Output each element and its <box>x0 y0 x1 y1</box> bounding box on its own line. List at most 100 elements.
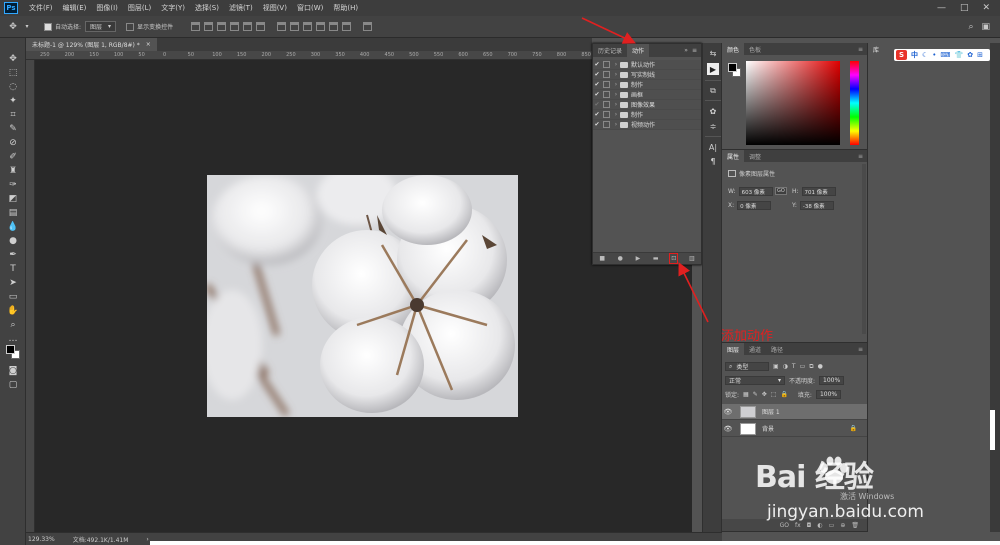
eye-icon[interactable]: 👁 <box>722 425 734 433</box>
adjust-icon[interactable]: ≑ <box>707 120 719 132</box>
auto-align-icon[interactable] <box>363 22 373 31</box>
hand-tool-icon[interactable]: ✋ <box>7 305 19 317</box>
workspace-icon[interactable]: ▣ <box>981 22 990 32</box>
link-icon[interactable]: GO <box>775 187 787 195</box>
status-menu-arrow[interactable]: › <box>146 536 148 543</box>
brush-tool-icon[interactable]: ✐ <box>7 151 19 163</box>
collapse-icon[interactable]: » <box>684 47 688 54</box>
panel-menu-icon[interactable]: ≡ <box>692 47 697 54</box>
dialog-toggle[interactable] <box>603 121 610 128</box>
check-icon[interactable]: ✔ <box>593 111 601 118</box>
healing-brush-icon[interactable]: ⊘ <box>7 137 19 149</box>
check-icon[interactable]: ✔ <box>593 101 601 108</box>
chevron-down-icon[interactable]: ▾ <box>20 20 34 34</box>
color-picker-field[interactable] <box>746 61 840 145</box>
lock-transparent-icon[interactable]: ▦ <box>743 391 749 398</box>
dodge-tool-icon[interactable]: ● <box>7 235 19 247</box>
action-set-row[interactable]: ✔ › 画框 <box>593 90 701 100</box>
hue-slider[interactable] <box>850 61 859 145</box>
minimize-button[interactable]: — <box>937 3 946 13</box>
tab-color[interactable]: 颜色 <box>722 43 745 55</box>
align-top-icon[interactable] <box>191 22 201 31</box>
play-icon[interactable]: ▶ <box>636 255 641 262</box>
link-toggle[interactable]: GO <box>775 187 787 195</box>
record-icon[interactable]: ● <box>618 255 623 262</box>
panel-menu-icon[interactable]: ≡ <box>858 150 863 162</box>
lock-artboard-icon[interactable]: ⬚ <box>771 391 777 398</box>
menu-select[interactable]: 选择(S) <box>190 3 224 13</box>
tab-adjustments[interactable]: 调整 <box>744 150 766 162</box>
align-vcenter-icon[interactable] <box>204 22 214 31</box>
skin-icon[interactable]: 👕 <box>955 51 964 59</box>
menu-layer[interactable]: 图层(L) <box>123 3 156 13</box>
menu-file[interactable]: 文件(F) <box>24 3 58 13</box>
menu-edit[interactable]: 编辑(E) <box>58 3 92 13</box>
tab-paths[interactable]: 路径 <box>766 343 788 355</box>
blend-mode-dropdown[interactable]: 正常 ▾ <box>725 376 785 385</box>
move-tool-icon[interactable]: ✥ <box>7 53 19 65</box>
blur-tool-icon[interactable]: 💧 <box>7 221 19 233</box>
check-icon[interactable]: ✔ <box>593 61 601 68</box>
ime-mode-chinese[interactable]: 中 <box>911 50 918 60</box>
close-button[interactable]: ✕ <box>982 3 990 13</box>
layer-row-layer1[interactable]: 👁 图层 1 <box>722 404 867 420</box>
check-icon[interactable]: ✔ <box>593 71 601 78</box>
layer-name[interactable]: 背景 <box>762 424 774 433</box>
new-set-folder-icon[interactable]: ▬ <box>653 255 659 262</box>
tab-channels[interactable]: 通道 <box>744 343 766 355</box>
distribute-top-icon[interactable] <box>277 22 287 31</box>
dialog-toggle[interactable] <box>603 101 610 108</box>
dialog-toggle[interactable] <box>603 111 610 118</box>
pen-tool-icon[interactable]: ✒ <box>7 249 19 261</box>
sogou-ime-toolbar[interactable]: S 中 ☾ • ⌨ 👕 ✿ ⊞ <box>894 49 990 61</box>
width-input[interactable]: 603 像素 <box>738 187 773 196</box>
tab-layers[interactable]: 图层 <box>722 343 745 355</box>
chevron-right-icon[interactable]: › <box>612 81 620 88</box>
menu-type[interactable]: 文字(Y) <box>156 3 190 13</box>
delete-icon[interactable]: ▥ <box>689 255 695 262</box>
screen-mode-icon[interactable]: ▢ <box>7 379 19 391</box>
crop-tool-icon[interactable]: ⌗ <box>7 109 19 121</box>
path-select-icon[interactable]: ➤ <box>7 277 19 289</box>
more-tools-icon[interactable]: … <box>7 333 19 345</box>
menu-view[interactable]: 视图(V) <box>258 3 292 13</box>
chevron-right-icon[interactable]: › <box>612 121 620 128</box>
tools-icon[interactable]: ✿ <box>967 51 973 59</box>
filter-shape-icon[interactable]: ▭ <box>800 363 806 370</box>
cotton-photo[interactable] <box>207 175 518 417</box>
quick-mask-icon[interactable]: ◙ <box>7 365 19 377</box>
history-brush-icon[interactable]: ✑ <box>7 179 19 191</box>
marquee-tool-icon[interactable]: ⬚ <box>7 67 19 79</box>
auto-select-dropdown[interactable]: 图层 ▾ <box>85 21 117 32</box>
layer-name[interactable]: 图层 1 <box>762 407 780 416</box>
x-input[interactable]: 0 像素 <box>737 201 772 210</box>
action-set-row[interactable]: ✔ › 图像效果 <box>593 100 701 110</box>
check-icon[interactable]: ✔ <box>593 121 601 128</box>
action-set-row[interactable]: ✔ › 视频动作 <box>593 120 701 130</box>
chevron-right-icon[interactable]: › <box>612 91 620 98</box>
align-hcenter-icon[interactable] <box>243 22 253 31</box>
tab-actions[interactable]: 动作 <box>627 44 650 57</box>
character-icon[interactable]: A| <box>707 141 719 153</box>
menu-grid-icon[interactable]: ⊞ <box>977 51 983 59</box>
chevron-right-icon[interactable]: › <box>612 61 620 68</box>
properties-scrollbar[interactable] <box>862 164 866 334</box>
paragraph-icon[interactable]: ¶ <box>707 155 719 167</box>
distribute-bottom-icon[interactable] <box>303 22 313 31</box>
punctuation-icon[interactable]: • <box>932 51 936 59</box>
lock-position-icon[interactable]: ✥ <box>762 391 767 398</box>
tab-swatches[interactable]: 色板 <box>744 43 766 55</box>
align-right-icon[interactable] <box>256 22 266 31</box>
tab-library[interactable]: 库 <box>868 43 885 55</box>
align-bottom-icon[interactable] <box>217 22 227 31</box>
eraser-icon[interactable]: ◩ <box>7 193 19 205</box>
panel-menu-icon[interactable]: ≡ <box>858 43 863 55</box>
auto-select-checkbox[interactable] <box>44 22 52 31</box>
y-input[interactable]: -38 像素 <box>799 201 834 210</box>
actions-panel-icon[interactable]: ▶ <box>707 63 719 75</box>
layer-row-background[interactable]: 👁 背景 🔒 <box>722 421 867 437</box>
move-tool-icon[interactable]: ✥ <box>6 20 20 34</box>
zoom-level[interactable]: 129.33% <box>28 536 55 543</box>
action-set-row[interactable]: ✔ › 制作 <box>593 110 701 120</box>
clone-stamp-icon[interactable]: ♜ <box>7 165 19 177</box>
